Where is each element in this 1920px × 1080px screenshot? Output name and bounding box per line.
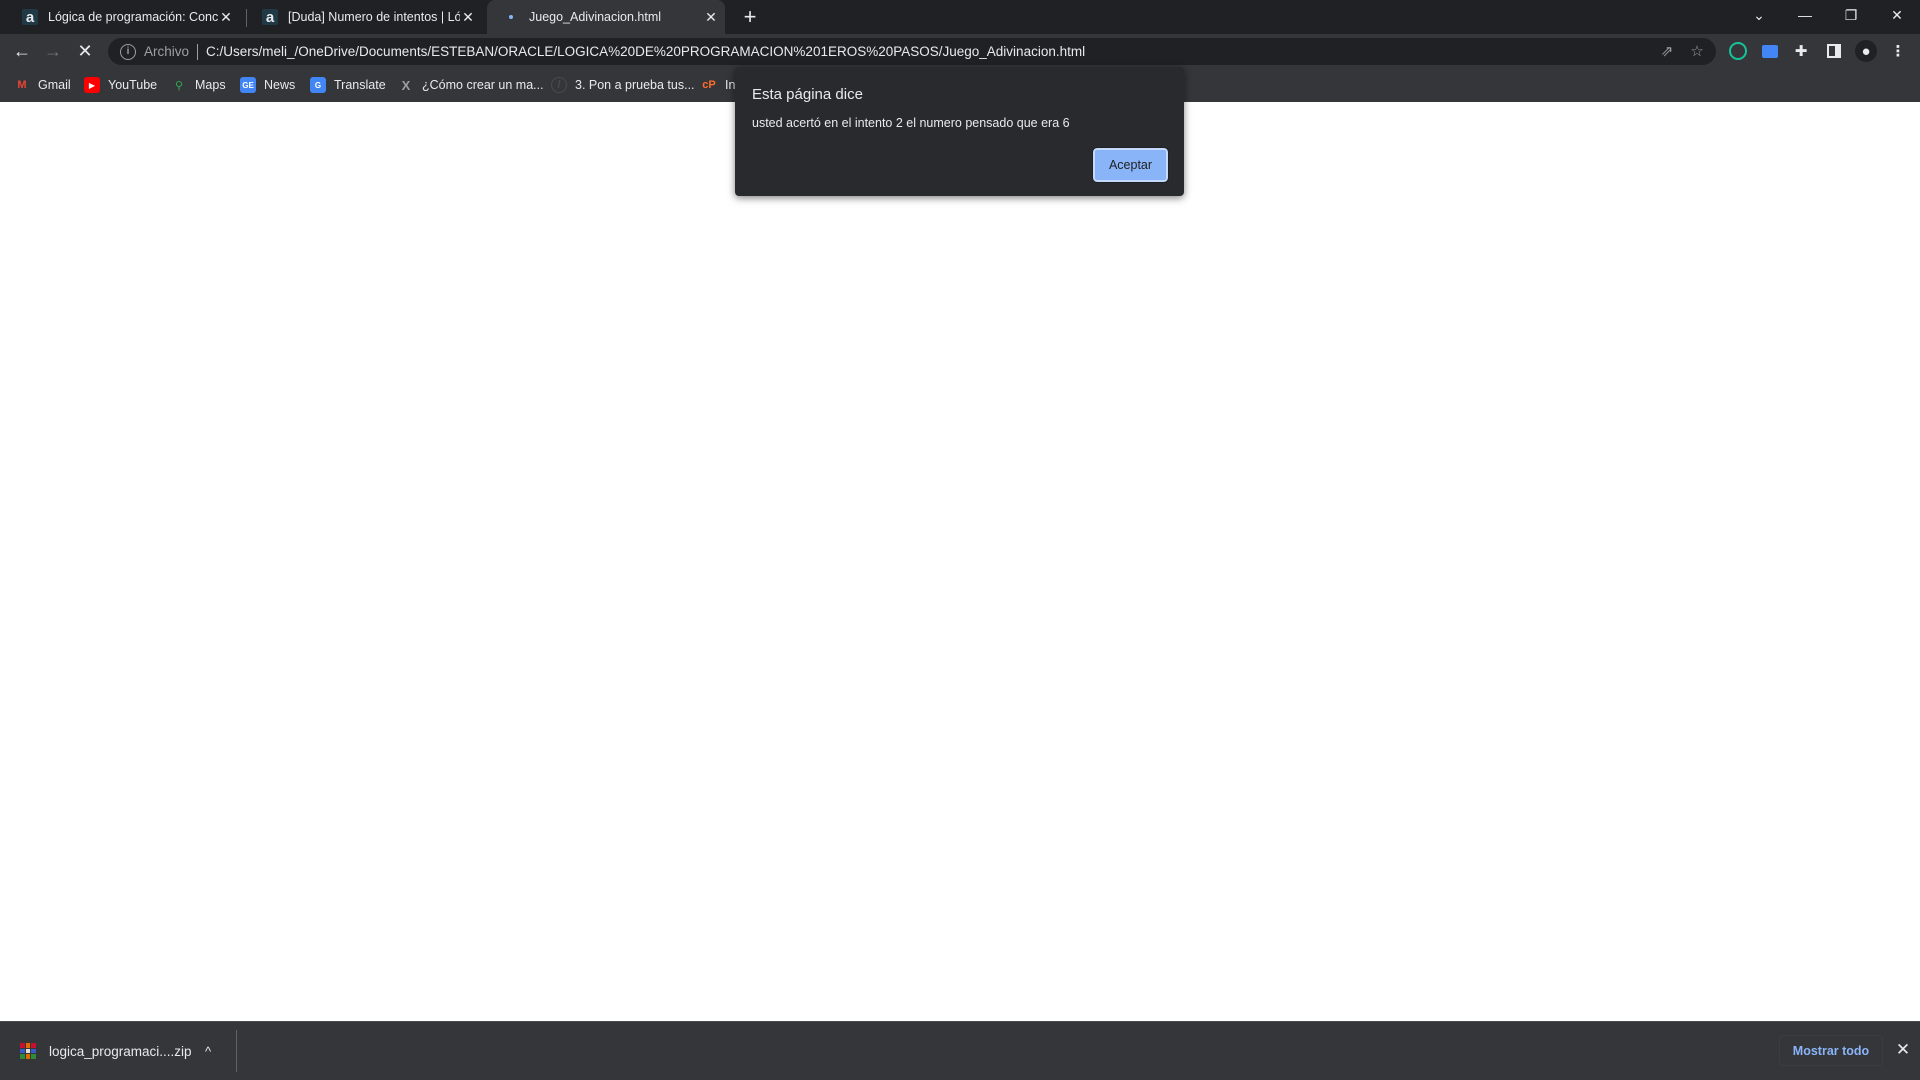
tab-close-icon[interactable]: ✕ bbox=[703, 9, 719, 26]
slash-circle-icon: / bbox=[551, 77, 567, 93]
show-all-downloads-button[interactable]: Mostrar todo bbox=[1779, 1035, 1883, 1066]
close-download-bar-button[interactable]: ✕ bbox=[1893, 1040, 1913, 1060]
back-button[interactable]: ← bbox=[10, 39, 34, 63]
cpanel-icon: cP bbox=[702, 79, 716, 91]
address-bar[interactable]: i Archivo C:/Users/meli_/OneDrive/Docume… bbox=[108, 38, 1716, 65]
tab-title: [Duda] Numero de intentos | Lóg bbox=[288, 10, 460, 24]
download-file-name: logica_programaci....zip bbox=[49, 1043, 192, 1059]
close-icon: ✕ bbox=[1895, 1040, 1911, 1059]
stop-loading-button[interactable]: ✕ bbox=[73, 39, 97, 63]
tag-extension-button[interactable] bbox=[1759, 40, 1781, 62]
close-window-button[interactable]: ✕ bbox=[1874, 0, 1920, 30]
info-icon[interactable]: i bbox=[120, 43, 136, 60]
avatar-icon: ● bbox=[1861, 42, 1871, 60]
side-panel-button[interactable] bbox=[1823, 40, 1845, 62]
bookmark-label: Gmail bbox=[38, 78, 71, 92]
share-icon[interactable]: ⇗ bbox=[1658, 43, 1676, 61]
bookmark-label: YouTube bbox=[108, 78, 158, 92]
news-icon: GE bbox=[240, 77, 256, 93]
bookmark-label: Maps bbox=[195, 78, 226, 92]
accept-button[interactable]: Aceptar bbox=[1092, 147, 1169, 183]
bookmark-cpanel[interactable]: cP In bbox=[701, 68, 735, 102]
divider bbox=[236, 1030, 237, 1072]
tag-icon bbox=[1762, 44, 1778, 58]
close-icon: ✕ bbox=[77, 41, 93, 61]
bookmark-label: In bbox=[725, 78, 736, 92]
alura-icon: a bbox=[262, 9, 278, 26]
translate-icon: G bbox=[310, 77, 326, 93]
tab-separator bbox=[246, 9, 247, 27]
minimize-icon: — bbox=[1798, 7, 1812, 23]
bookmark-maps[interactable]: ⚲ Maps bbox=[171, 68, 226, 102]
bookmark-label: 3. Pon a prueba tus... bbox=[575, 78, 695, 92]
star-icon[interactable]: ☆ bbox=[1688, 43, 1706, 61]
page-content bbox=[0, 102, 1920, 1021]
tab-title: Juego_Adivinacion.html bbox=[529, 10, 662, 24]
close-icon: ✕ bbox=[1891, 6, 1903, 23]
loading-spinner-icon bbox=[509, 15, 513, 19]
download-item[interactable]: logica_programaci....zip ^ bbox=[0, 1022, 236, 1080]
grammarly-icon bbox=[1729, 42, 1747, 60]
bookmark-youtube[interactable]: ▶ YouTube bbox=[84, 68, 157, 102]
divider bbox=[197, 43, 199, 60]
minimize-button[interactable]: — bbox=[1782, 0, 1828, 30]
chevron-down-icon: ⌄ bbox=[1753, 6, 1765, 23]
menu-button[interactable]: ⋮ bbox=[1887, 40, 1909, 62]
alura-icon: a bbox=[22, 9, 38, 26]
dialog-title: Esta página dice bbox=[752, 86, 863, 103]
security-label: Archivo bbox=[144, 44, 190, 59]
url-text[interactable]: C:/Users/meli_/OneDrive/Documents/ESTEBA… bbox=[206, 44, 1085, 59]
profile-button[interactable]: ● bbox=[1855, 40, 1877, 62]
chevron-up-icon[interactable]: ^ bbox=[205, 1044, 211, 1059]
bookmark-news[interactable]: GE News bbox=[240, 68, 295, 102]
alert-dialog: Esta página dice usted acertó en el inte… bbox=[735, 67, 1184, 196]
restore-icon: ❐ bbox=[1844, 6, 1858, 23]
new-tab-button[interactable]: + bbox=[738, 5, 762, 29]
tab-logica-programacion[interactable]: a Lógica de programación: Concep ✕ bbox=[10, 0, 240, 34]
bookmark-como-crear[interactable]: X ¿Cómo crear un ma... bbox=[398, 68, 544, 102]
bookmark-pon-a-prueba[interactable]: / 3. Pon a prueba tus... bbox=[551, 68, 695, 102]
tab-juego-adivinacion[interactable]: Juego_Adivinacion.html ✕ bbox=[487, 0, 725, 34]
tab-strip: a Lógica de programación: Concep ✕ a [Du… bbox=[0, 0, 1920, 34]
puzzle-icon: ✚ bbox=[1794, 43, 1808, 60]
tab-duda-numero-intentos[interactable]: a [Duda] Numero de intentos | Lóg ✕ bbox=[250, 0, 482, 34]
youtube-icon: ▶ bbox=[84, 77, 100, 93]
forward-button[interactable]: → bbox=[41, 39, 65, 63]
bookmark-translate[interactable]: G Translate bbox=[310, 68, 386, 102]
arrow-left-icon: ← bbox=[13, 41, 31, 61]
arrow-right-icon: → bbox=[44, 41, 62, 61]
tab-close-icon[interactable]: ✕ bbox=[218, 9, 234, 26]
gmail-icon: M bbox=[17, 79, 27, 91]
bookmark-label: Translate bbox=[334, 78, 386, 92]
bookmark-label: News bbox=[264, 78, 296, 92]
extensions-button[interactable]: ✚ bbox=[1790, 40, 1812, 62]
bookmark-label: ¿Cómo crear un ma... bbox=[422, 78, 544, 92]
bookmark-gmail[interactable]: M Gmail bbox=[14, 68, 71, 102]
winrar-archive-icon bbox=[20, 1043, 36, 1059]
kebab-menu-icon: ⋮ bbox=[1890, 43, 1906, 60]
x-logo-icon: X bbox=[401, 77, 411, 93]
dialog-message: usted acertó en el intento 2 el numero p… bbox=[752, 116, 1070, 130]
grammarly-extension-button[interactable] bbox=[1727, 40, 1749, 62]
tab-search-button[interactable]: ⌄ bbox=[1736, 0, 1782, 30]
side-panel-icon bbox=[1827, 44, 1841, 58]
maps-icon: ⚲ bbox=[174, 79, 184, 92]
download-bar: logica_programaci....zip ^ Mostrar todo … bbox=[0, 1021, 1920, 1080]
restore-button[interactable]: ❐ bbox=[1828, 0, 1874, 30]
tab-title: Lógica de programación: Concep bbox=[48, 10, 218, 24]
tab-close-icon[interactable]: ✕ bbox=[460, 9, 476, 26]
